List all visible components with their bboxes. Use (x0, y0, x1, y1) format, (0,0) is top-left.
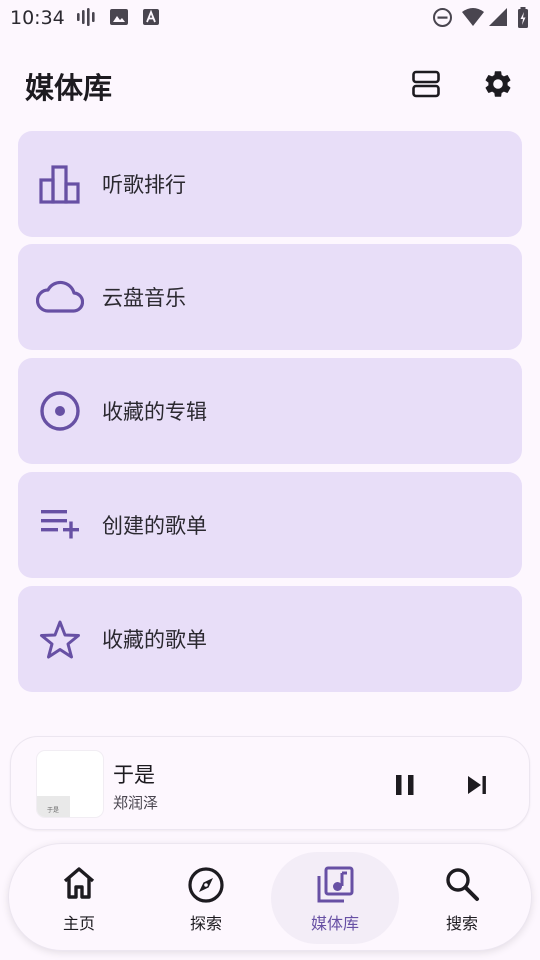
page-title: 媒体库 (25, 71, 113, 105)
wifi-icon (461, 7, 485, 27)
nav-label: 主页 (62, 914, 95, 933)
album-cover: 于是 (37, 751, 103, 817)
song-title: 于是 (113, 763, 155, 787)
home-icon (61, 866, 97, 900)
skip-next-icon (466, 775, 488, 795)
status-bar: 10:34 (0, 0, 540, 36)
compass-icon (187, 866, 225, 904)
nav-label: 探索 (189, 914, 222, 933)
library-item-label: 听歌排行 (102, 173, 186, 197)
pause-icon (395, 774, 415, 796)
cover-text: 于是 (47, 807, 60, 814)
playlist-add-icon (18, 508, 102, 542)
library-item-label: 收藏的专辑 (102, 400, 207, 424)
library-item-label: 创建的歌单 (102, 514, 207, 538)
pause-button[interactable] (385, 765, 425, 805)
settings-button[interactable] (478, 64, 518, 104)
library-item-saved-albums[interactable]: 收藏的专辑 (18, 358, 522, 464)
cover-thumbnail: 于是 (37, 796, 70, 817)
song-artist: 郑润泽 (113, 794, 159, 812)
library-item-label: 收藏的歌单 (102, 628, 207, 652)
bar-chart-icon (18, 164, 102, 204)
layout-toggle-icon (411, 69, 441, 99)
star-icon (18, 619, 102, 659)
font-icon (142, 7, 162, 27)
status-time: 10:34 (10, 7, 65, 29)
next-track-button[interactable] (457, 765, 497, 805)
image-icon (109, 7, 129, 27)
library-music-icon (316, 866, 354, 904)
do-not-disturb-icon (432, 7, 453, 28)
nav-label: 搜索 (445, 914, 478, 933)
battery-icon (517, 7, 529, 29)
bottom-navigation: 主页 探索 媒体库 搜索 (8, 843, 532, 951)
nav-home[interactable]: 主页 (15, 844, 143, 952)
signal-icon (488, 7, 508, 27)
nav-label: 媒体库 (310, 914, 359, 933)
library-item-cloud-music[interactable]: 云盘音乐 (18, 244, 522, 350)
library-item-label: 云盘音乐 (102, 286, 186, 310)
nav-search[interactable]: 搜索 (398, 844, 526, 952)
cloud-icon (18, 280, 102, 314)
audio-wave-icon (76, 7, 96, 27)
settings-gear-icon (482, 68, 514, 100)
nav-library[interactable]: 媒体库 (271, 844, 399, 952)
album-disc-icon (18, 390, 102, 432)
search-icon (444, 866, 480, 902)
nav-explore[interactable]: 探索 (142, 844, 270, 952)
library-item-listening-ranking[interactable]: 听歌排行 (18, 131, 522, 237)
mini-player[interactable]: 于是 于是 郑润泽 (10, 736, 530, 830)
layout-toggle-button[interactable] (406, 64, 446, 104)
library-item-created-playlists[interactable]: 创建的歌单 (18, 472, 522, 578)
library-item-saved-playlists[interactable]: 收藏的歌单 (18, 586, 522, 692)
